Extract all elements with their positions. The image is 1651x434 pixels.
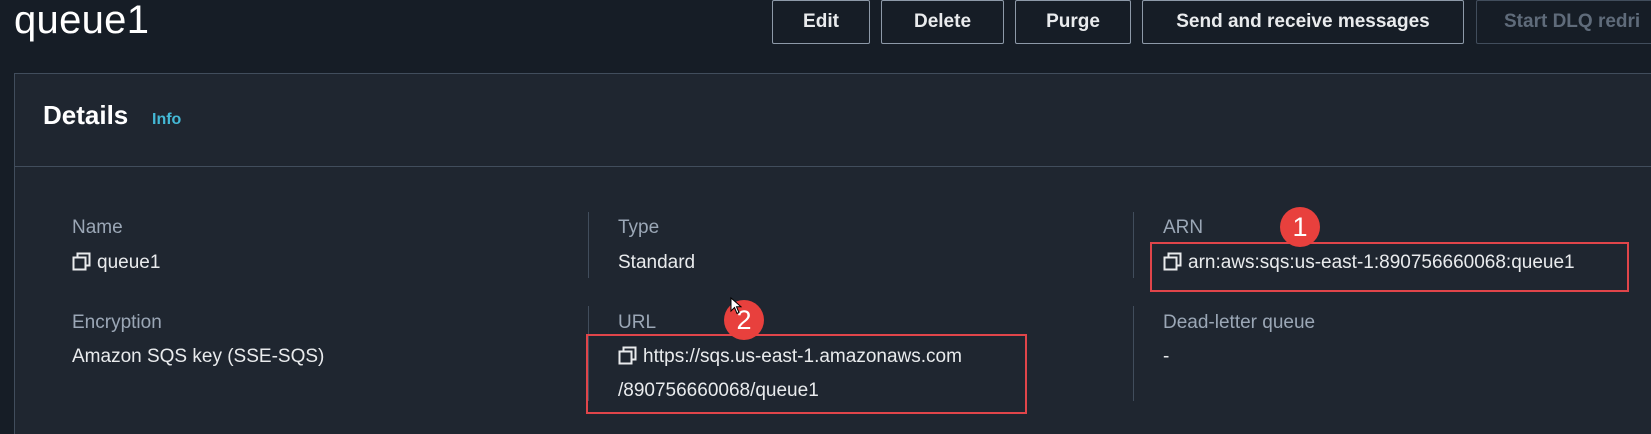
arn-label: ARN — [1163, 217, 1204, 238]
name-value: queue1 — [72, 247, 160, 281]
start-dlq-redrive-button: Start DLQ redri — [1476, 0, 1651, 44]
encryption-label: Encryption — [72, 312, 162, 333]
annotation-badge-1: 1 — [1280, 207, 1320, 247]
pointer-cursor-icon — [730, 296, 743, 320]
details-title: Details — [43, 100, 129, 130]
copy-icon[interactable] — [72, 250, 91, 281]
delete-button[interactable]: Delete — [881, 0, 1004, 44]
column-divider — [1133, 212, 1134, 278]
page-title: queue1 — [14, 0, 150, 42]
edit-button[interactable]: Edit — [772, 0, 870, 44]
highlight-box-url — [586, 334, 1027, 414]
name-text: queue1 — [97, 252, 161, 273]
purge-button[interactable]: Purge — [1015, 0, 1131, 44]
name-label: Name — [72, 217, 123, 238]
highlight-box-arn — [1150, 242, 1629, 292]
url-label: URL — [618, 312, 657, 333]
column-divider — [1133, 306, 1134, 401]
details-header: Details Info — [15, 74, 1651, 167]
info-link[interactable]: Info — [152, 111, 181, 129]
column-divider — [588, 212, 589, 278]
dead-letter-queue-value: - — [1163, 346, 1170, 367]
type-value: Standard — [618, 252, 696, 273]
type-label: Type — [618, 217, 660, 238]
encryption-value: Amazon SQS key (SSE-SQS) — [72, 346, 325, 367]
dead-letter-queue-label: Dead-letter queue — [1163, 312, 1316, 333]
send-and-receive-messages-button[interactable]: Send and receive messages — [1142, 0, 1464, 44]
